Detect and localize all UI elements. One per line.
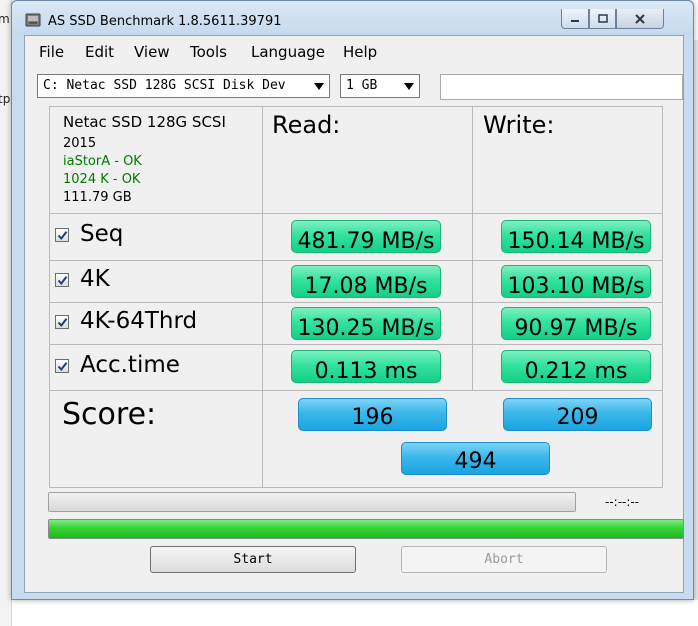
overall-progress-bar	[48, 519, 684, 539]
test-progress-bar	[48, 492, 576, 512]
seq-checkbox[interactable]	[55, 228, 69, 242]
minimize-button[interactable]	[561, 9, 589, 29]
4k-label: 4K	[80, 266, 110, 292]
test-label-cell: Acc.time	[50, 345, 263, 391]
chevron-down-icon	[314, 83, 324, 90]
drive-name: Netac SSD 128G SCSI	[63, 113, 226, 131]
4k64-read-value: 130.25 MB/s	[291, 307, 441, 340]
seq-write-value: 150.14 MB/s	[501, 220, 651, 253]
background-text: m	[0, 12, 10, 26]
window-title: AS SSD Benchmark 1.8.5611.39791	[48, 14, 282, 29]
result-cell: 481.79 MB/s	[263, 214, 473, 261]
test-label-cell: Seq	[50, 214, 263, 261]
4k-write-value: 103.10 MB/s	[501, 265, 651, 298]
menu-edit[interactable]: Edit	[85, 43, 114, 61]
write-header: Write:	[483, 111, 555, 139]
checkmark-icon	[57, 317, 67, 327]
result-cell: 130.25 MB/s	[263, 303, 473, 345]
driver-status: iaStorA - OK	[63, 154, 142, 169]
result-cell: 0.212 ms	[473, 345, 662, 391]
checkmark-icon	[57, 275, 67, 285]
write-score: 209	[503, 398, 652, 431]
title-bar[interactable]: AS SSD Benchmark 1.8.5611.39791	[12, 1, 693, 35]
maximize-icon	[597, 13, 608, 23]
menu-help[interactable]: Help	[343, 43, 377, 61]
overall-progress-fill	[49, 520, 683, 538]
drive-select[interactable]: C: Netac SSD 128G SCSI Disk Dev	[37, 74, 330, 98]
size-select-value: 1 GB	[346, 78, 378, 93]
start-button[interactable]: Start	[150, 546, 356, 573]
read-score: 196	[298, 398, 447, 431]
seq-label: Seq	[80, 221, 124, 247]
write-header-cell: Write:	[473, 107, 662, 214]
checkmark-icon	[57, 230, 67, 240]
info-text-field[interactable]	[440, 74, 683, 100]
4k-checkbox[interactable]	[55, 273, 69, 287]
result-cell: 150.14 MB/s	[473, 214, 662, 261]
4k-read-value: 17.08 MB/s	[291, 265, 441, 298]
acctime-read-value: 0.113 ms	[291, 350, 441, 383]
maximize-button[interactable]	[589, 9, 616, 29]
menu-bar: File Edit View Tools Language Help	[25, 36, 683, 66]
size-select[interactable]: 1 GB	[340, 74, 420, 98]
disk-app-icon	[25, 13, 41, 27]
close-button[interactable]	[616, 9, 664, 29]
test-label-cell: 4K-64Thrd	[50, 303, 263, 345]
read-header: Read:	[272, 111, 341, 139]
read-header-cell: Read:	[263, 107, 473, 214]
client-area: File Edit View Tools Language Help C: Ne…	[24, 35, 684, 593]
drive-info-panel: Netac SSD 128G SCSI 2015 iaStorA - OK 10…	[50, 107, 263, 214]
drive-capacity: 111.79 GB	[63, 190, 132, 205]
drive-select-value: C: Netac SSD 128G SCSI Disk Dev	[43, 78, 286, 93]
menu-language[interactable]: Language	[251, 43, 325, 61]
drive-year: 2015	[63, 136, 97, 151]
4k64-checkbox[interactable]	[55, 315, 69, 329]
chevron-down-icon	[404, 83, 414, 90]
results-grid: Netac SSD 128G SCSI 2015 iaStorA - OK 10…	[49, 106, 663, 488]
acctime-label: Acc.time	[80, 352, 180, 378]
4k64-write-value: 90.97 MB/s	[501, 307, 651, 340]
elapsed-time: --:--:--	[605, 495, 640, 509]
result-cell: 90.97 MB/s	[473, 303, 662, 345]
abort-button[interactable]: Abort	[401, 546, 607, 573]
menu-view[interactable]: View	[134, 43, 170, 61]
result-cell: 0.113 ms	[263, 345, 473, 391]
minimize-icon	[571, 19, 579, 22]
result-cell: 103.10 MB/s	[473, 261, 662, 303]
checkmark-icon	[57, 361, 67, 371]
background-text: tp	[0, 92, 11, 106]
score-label: Score:	[62, 397, 157, 432]
4k64-label: 4K-64Thrd	[80, 308, 198, 334]
alignment-status: 1024 K - OK	[63, 172, 141, 187]
app-window: AS SSD Benchmark 1.8.5611.39791 File Edi…	[11, 0, 694, 600]
menu-file[interactable]: File	[39, 43, 64, 61]
menu-tools[interactable]: Tools	[190, 43, 227, 61]
total-score: 494	[401, 442, 550, 475]
seq-read-value: 481.79 MB/s	[291, 220, 441, 253]
acctime-write-value: 0.212 ms	[501, 350, 651, 383]
acctime-checkbox[interactable]	[55, 359, 69, 373]
score-cell: 196 209 494	[263, 391, 662, 487]
result-cell: 17.08 MB/s	[263, 261, 473, 303]
test-label-cell: 4K	[50, 261, 263, 303]
close-icon	[635, 13, 645, 24]
score-label-cell: Score:	[50, 391, 263, 487]
